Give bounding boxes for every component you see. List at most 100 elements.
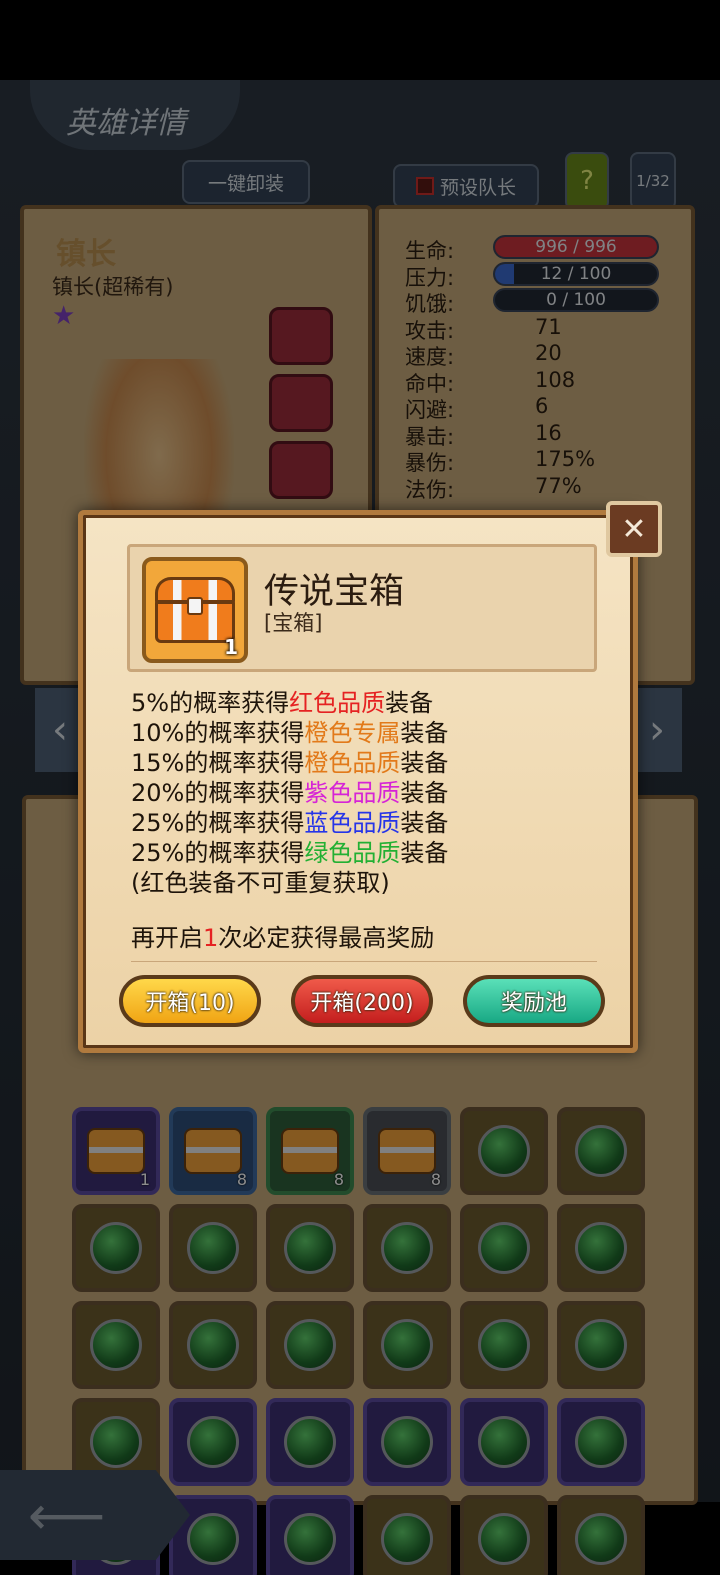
drop-rate-line: 10%的概率获得橙色专属装备 [131,719,449,747]
inventory-slot[interactable] [460,1107,548,1195]
drop-rate-line: 15%的概率获得橙色品质装备 [131,749,449,777]
reward-pool-button[interactable]: 奖励池 [463,975,605,1027]
hero-subtitle: 镇长(超稀有) [52,275,174,299]
inventory-slot[interactable] [460,1495,548,1575]
game-screen: 英雄详情 一键卸装 预设队长 ? 1/32 镇长 镇长(超稀有) ★ 生命: 99… [0,0,720,1575]
treasure-chest-icon [184,1128,242,1174]
stat-row: 暴伤: 175% [405,447,675,475]
preset-captain-toggle[interactable]: 预设队长 [393,164,539,208]
inventory-slot[interactable] [72,1301,160,1389]
stat-bar-fill [495,263,515,284]
stat-label: 攻击: [405,318,455,343]
green-orb-icon [381,1319,433,1371]
stat-row: 暴击: 16 [405,420,675,449]
green-orb-icon [381,1222,433,1274]
equip-slot-accessory[interactable] [269,441,333,499]
purple-star-icon: ★ [52,301,76,331]
inventory-slot[interactable] [557,1107,645,1195]
treasure-chest-icon [155,577,235,643]
inventory-slot[interactable]: 1 [72,1107,160,1195]
inventory-slot[interactable]: 8 [266,1107,354,1195]
stat-row: 压力: 12 / 100 [405,261,675,290]
stat-row: 生命: 996 / 996 [405,235,675,263]
treasure-chest-icon [378,1128,436,1174]
stat-value: 996 / 996 [535,237,617,257]
stat-value: 108 [535,367,576,392]
inventory-slot[interactable] [266,1398,354,1486]
stat-value: 175% [535,447,596,471]
stat-label: 暴伤: [405,451,455,475]
stat-row: 命中: 108 [405,367,675,396]
green-orb-icon [575,1416,627,1468]
inventory-slot[interactable] [266,1495,354,1575]
close-button[interactable]: ✕ [606,501,662,557]
inventory-slot[interactable]: 8 [169,1107,257,1195]
inventory-slot[interactable] [266,1204,354,1292]
inventory-slot[interactable]: 8 [363,1107,451,1195]
pity-text: 再开启1次必定获得最高奖励 [131,924,435,952]
green-orb-icon [284,1319,336,1371]
stat-label: 闪避: [405,398,455,422]
inventory-slot[interactable] [460,1398,548,1486]
page-title: 英雄详情 [30,80,240,150]
stat-bar: 996 / 996 [493,235,659,259]
slot-count: 8 [430,1170,441,1189]
green-orb-icon [187,1513,239,1565]
open-chest-200-button[interactable]: 开箱(200) [291,975,433,1027]
item-type: [宝箱] [264,611,323,635]
stat-label: 饥饿: [405,292,455,316]
slot-count: 8 [333,1170,344,1189]
stat-value: 20 [535,341,562,365]
inventory-slot[interactable] [460,1301,548,1389]
back-arrow-icon: ⟵ [28,1483,106,1547]
unequip-all-button[interactable]: 一键卸装 [182,160,310,204]
stat-label: 法伤: [405,477,455,502]
next-hero-arrow[interactable]: › [632,688,682,772]
page-counter: 1/32 [630,152,676,210]
checkbox-icon [415,177,434,195]
green-orb-icon [575,1319,627,1371]
inventory-slot[interactable] [557,1204,645,1292]
inventory-slot[interactable] [460,1204,548,1292]
green-orb-icon [284,1416,336,1468]
inventory-slot[interactable] [169,1204,257,1292]
open-chest-10-button[interactable]: 开箱(10) [119,975,261,1027]
green-orb-icon [90,1319,142,1371]
back-button[interactable]: ⟵ [0,1470,190,1560]
green-orb-icon [187,1319,239,1371]
treasure-chest-icon [87,1128,145,1174]
inventory-slot[interactable] [363,1301,451,1389]
stat-label: 命中: [405,371,455,396]
stat-bar: 12 / 100 [493,261,659,286]
inventory-slot[interactable] [557,1301,645,1389]
item-icon-frame: 1 [142,557,248,663]
stat-value: 71 [535,314,562,339]
green-orb-icon [284,1513,336,1565]
help-button[interactable]: ? [565,152,609,210]
inventory-slot[interactable] [169,1301,257,1389]
hero-name: 镇长 [56,237,116,272]
stat-value: 16 [535,420,562,445]
stat-label: 速度: [405,345,455,369]
slot-count: 8 [236,1170,247,1189]
pity-count: 1 [203,924,219,952]
stat-row: 饥饿: 0 / 100 [405,288,675,316]
inventory-slot[interactable] [363,1495,451,1575]
green-orb-icon [381,1416,433,1468]
green-orb-icon [575,1125,627,1177]
equip-slot-weapon[interactable] [269,307,333,365]
inventory-slot[interactable] [557,1398,645,1486]
inventory-slot[interactable] [363,1398,451,1486]
inventory-slot[interactable] [169,1398,257,1486]
drop-rate-line: 25%的概率获得蓝色品质装备 [131,809,449,837]
green-orb-icon [187,1222,239,1274]
inventory-slot[interactable] [557,1495,645,1575]
inventory-slot[interactable] [363,1204,451,1292]
slot-count: 1 [139,1170,150,1189]
drop-rate-line: 5%的概率获得红色品质装备 [131,689,434,717]
item-count: 1 [224,635,238,659]
divider [131,961,597,962]
equip-slot-armor[interactable] [269,374,333,432]
inventory-slot[interactable] [266,1301,354,1389]
inventory-slot[interactable] [72,1204,160,1292]
